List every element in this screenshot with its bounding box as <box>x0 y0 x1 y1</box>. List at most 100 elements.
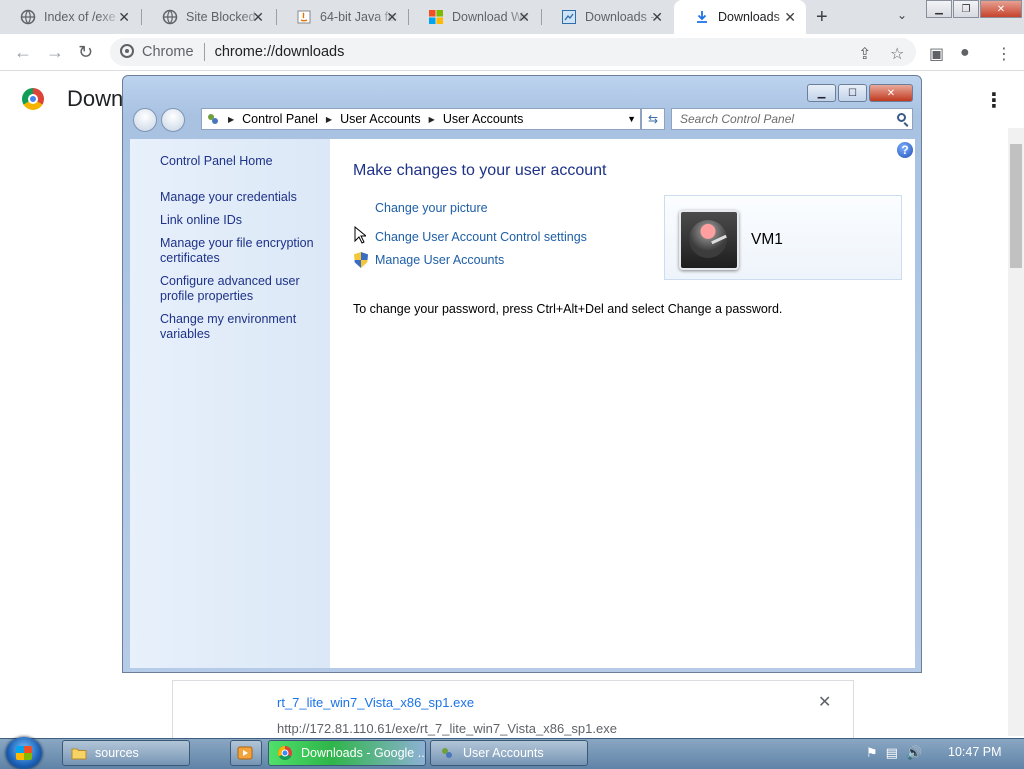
action-center-icon[interactable]: ⚑ <box>866 745 878 761</box>
profile-icon[interactable]: ● <box>960 44 970 62</box>
forward-button[interactable] <box>161 108 185 132</box>
folder-icon <box>71 745 87 761</box>
reload-icon[interactable]: ↻ <box>78 42 93 63</box>
close-icon[interactable]: ✕ <box>252 9 264 26</box>
taskbar-label: sources <box>95 746 139 760</box>
url-text: chrome://downloads <box>214 44 345 60</box>
link-manage-credentials[interactable]: Manage your credentials <box>160 190 320 205</box>
side-panel-icon[interactable]: ▣ <box>929 44 944 64</box>
star-icon[interactable]: ☆ <box>890 44 904 64</box>
close-window-icon[interactable]: ✕ <box>869 84 913 102</box>
tab-strip: Index of /exe ✕ Site Blocked ✕ 64-bit Ja… <box>0 0 1024 34</box>
link-uac-settings[interactable]: Change User Account Control settings <box>375 230 587 244</box>
globe-icon <box>20 9 36 25</box>
close-window-icon[interactable]: ✕ <box>980 0 1022 18</box>
uac-shield-icon <box>354 252 368 268</box>
network-icon[interactable]: ▤ <box>886 745 898 761</box>
window-caption-buttons: ▁ ☐ ✕ <box>805 84 913 102</box>
tab-downloads[interactable]: Downloads ✕ <box>674 0 806 34</box>
site-label: Chrome <box>142 44 194 60</box>
tab-site-blocked[interactable]: Site Blocked ✕ <box>142 0 274 34</box>
task-pane: Control Panel Home Manage your credentia… <box>130 139 330 668</box>
link-online-ids[interactable]: Link online IDs <box>160 213 320 228</box>
mouse-cursor-icon <box>354 226 366 244</box>
link-profile-properties[interactable]: Configure advanced user profile properti… <box>160 274 320 304</box>
taskbar-label: User Accounts <box>463 746 544 760</box>
search-input[interactable]: Search Control Panel <box>671 108 913 130</box>
close-icon[interactable]: ✕ <box>386 9 398 26</box>
password-hint: To change your password, press Ctrl+Alt+… <box>353 302 783 316</box>
search-placeholder: Search Control Panel <box>680 112 795 126</box>
chevron-down-icon[interactable]: ▼ <box>627 114 636 124</box>
browser-toolbar: ← → ↻ Chrome chrome://downloads ⇪ ☆ ▣ ● … <box>0 34 1024 71</box>
globe-icon <box>162 9 178 25</box>
link-file-encryption[interactable]: Manage your file encryption certificates <box>160 236 320 266</box>
close-icon[interactable]: ✕ <box>651 9 663 26</box>
taskbar-item-chrome[interactable]: Downloads - Google ... <box>268 740 426 766</box>
tab-java[interactable]: 64-bit Java for ✕ <box>276 0 408 34</box>
close-icon[interactable]: ✕ <box>118 9 130 26</box>
tab-index-of-exe[interactable]: Index of /exe ✕ <box>0 0 140 34</box>
more-menu-icon[interactable]: ⋮ <box>996 44 1012 64</box>
more-menu-icon[interactable]: ⋮ <box>984 88 1004 113</box>
start-button[interactable] <box>6 737 42 769</box>
share-icon[interactable]: ⇪ <box>858 44 871 64</box>
download-file-link[interactable]: rt_7_lite_win7_Vista_x86_sp1.exe <box>277 695 474 710</box>
user-accounts-window: ▁ ☐ ✕ ▶ Control Panel ▶ User Accounts ▶ … <box>122 75 922 673</box>
link-control-panel-home[interactable]: Control Panel Home <box>160 154 320 169</box>
taskbar-item-media-player[interactable] <box>230 740 262 766</box>
remove-download-icon[interactable]: ✕ <box>818 692 831 712</box>
restore-icon[interactable]: ❐ <box>953 0 979 18</box>
link-change-picture[interactable]: Change your picture <box>375 201 488 215</box>
help-icon[interactable]: ? <box>897 142 913 158</box>
taskbar-item-sources[interactable]: sources <box>62 740 190 766</box>
user-accounts-icon <box>439 745 455 761</box>
java-icon <box>296 9 312 25</box>
system-tray: ⚑ ▤ 🔊 <box>866 745 930 761</box>
windows-icon <box>428 9 444 25</box>
breadcrumb-item[interactable]: User Accounts <box>340 112 421 126</box>
avatar <box>679 210 739 270</box>
user-name: VM1 <box>751 231 783 248</box>
download-icon <box>694 9 710 25</box>
volume-icon[interactable]: 🔊 <box>906 745 922 761</box>
forward-arrow-icon[interactable]: → <box>46 42 64 63</box>
chrome-site-icon <box>120 44 134 58</box>
close-icon[interactable]: ✕ <box>518 9 530 26</box>
page-title: Make changes to your user account <box>353 162 607 179</box>
window-controls: ▁ ❐ ✕ <box>925 0 1022 18</box>
chrome-logo-icon <box>277 745 293 761</box>
control-panel-content: Control Panel Home Manage your credentia… <box>130 139 915 668</box>
page-icon <box>561 9 577 25</box>
maximize-icon[interactable]: ☐ <box>838 84 867 102</box>
close-icon[interactable]: ✕ <box>784 9 796 26</box>
taskbar-label: Downloads - Google ... <box>301 746 426 760</box>
breadcrumb[interactable]: ▶ Control Panel ▶ User Accounts ▶ User A… <box>201 108 641 130</box>
link-environment-variables[interactable]: Change my environment variables <box>160 312 320 342</box>
chevron-down-icon[interactable]: ⌄ <box>897 8 907 22</box>
taskbar-item-user-accounts[interactable]: User Accounts <box>430 740 588 766</box>
refresh-icon[interactable]: ⇆ <box>641 108 665 130</box>
link-manage-user-accounts[interactable]: Manage User Accounts <box>375 253 504 267</box>
search-icon[interactable] <box>897 113 906 122</box>
chevron-right-icon: ▶ <box>428 114 435 124</box>
back-arrow-icon[interactable]: ← <box>14 42 32 63</box>
back-button[interactable] <box>133 108 157 132</box>
media-player-icon <box>237 745 253 761</box>
chrome-logo-icon <box>22 88 44 110</box>
new-tab-button[interactable]: + <box>816 6 828 29</box>
download-url: http://172.81.110.61/exe/rt_7_lite_win7_… <box>277 721 617 736</box>
breadcrumb-item[interactable]: User Accounts <box>443 112 524 126</box>
tab-title: Index of /exe <box>44 10 116 24</box>
breadcrumb-item[interactable]: Control Panel <box>242 112 318 126</box>
scrollbar-thumb[interactable] <box>1010 144 1022 268</box>
chevron-right-icon: ▶ <box>228 114 235 124</box>
clock[interactable]: 10:47 PM <box>948 745 1002 759</box>
minimize-icon[interactable]: ▁ <box>807 84 836 102</box>
tab-downloads-page[interactable]: Downloads - ✕ <box>541 0 673 34</box>
control-panel-icon <box>206 112 220 126</box>
tab-download-windows[interactable]: Download Win ✕ <box>408 0 540 34</box>
minimize-icon[interactable]: ▁ <box>926 0 952 18</box>
address-bar[interactable]: Chrome chrome://downloads <box>110 38 916 66</box>
user-tile: VM1 <box>664 195 902 280</box>
